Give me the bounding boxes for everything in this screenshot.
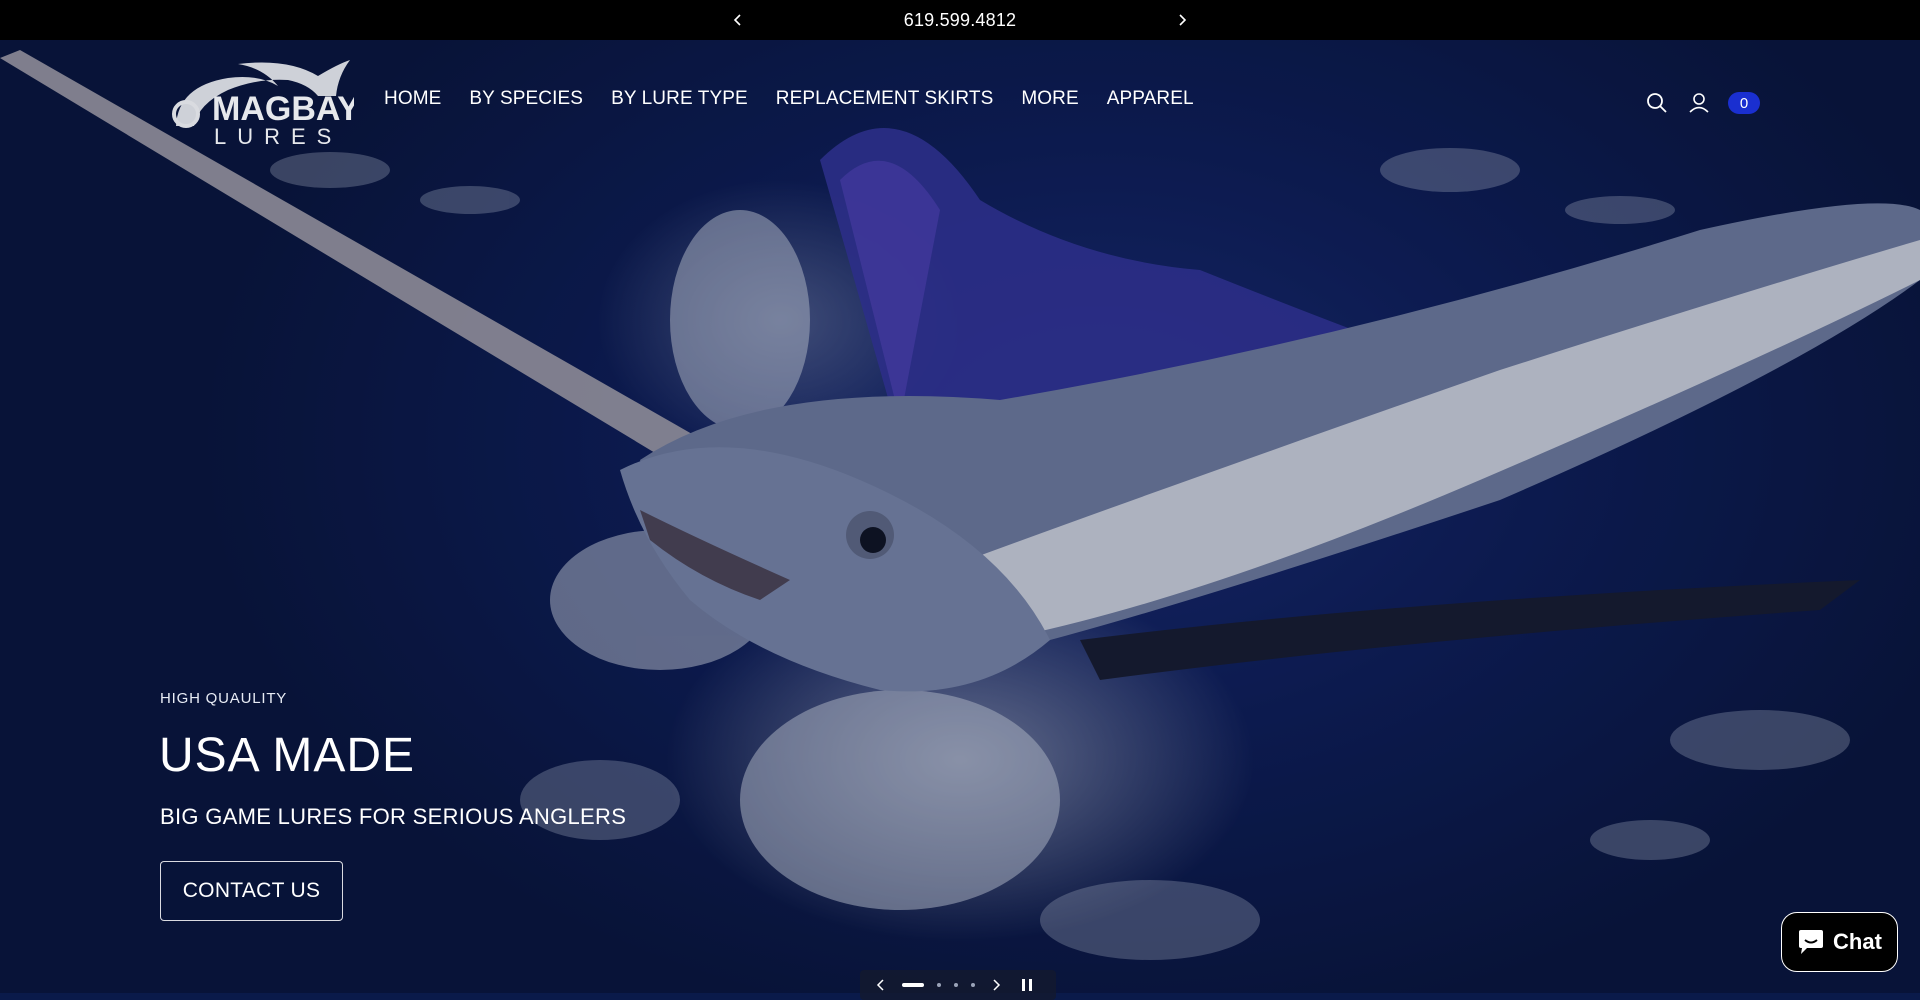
slide-dot-4[interactable] [971, 983, 975, 987]
nav-item-replacement-skirts[interactable]: REPLACEMENT SKIRTS [776, 88, 994, 110]
chevron-right-icon [1179, 14, 1187, 26]
announcement-prev-button[interactable] [726, 8, 750, 32]
chat-bubble-icon [1799, 930, 1824, 954]
slideshow-pause-button[interactable] [1019, 977, 1035, 993]
slide-dots [902, 983, 975, 987]
slideshow-controls [860, 970, 1056, 1000]
slide-dot-1[interactable] [902, 983, 924, 987]
chevron-right-icon [993, 979, 1001, 991]
slide-prev-button[interactable] [874, 978, 888, 992]
slide-next-button[interactable] [989, 978, 1003, 992]
search-icon [1647, 93, 1667, 113]
cart-count-badge[interactable]: 0 [1728, 92, 1760, 114]
slide-dot-2[interactable] [937, 983, 941, 987]
nav-item-apparel[interactable]: APPAREL [1107, 88, 1194, 110]
pause-icon [1022, 979, 1032, 991]
magbay-logo[interactable]: MAGBAY LURES [168, 56, 360, 149]
account-button[interactable] [1686, 90, 1712, 116]
logo-mark-icon: MAGBAY LURES [172, 60, 360, 149]
main-nav: HOME BY SPECIES BY LURE TYPE REPLACEMENT… [384, 88, 1194, 110]
nav-item-more[interactable]: MORE [1021, 88, 1078, 110]
site-header: MAGBAY LURES HOME BY SPECIES BY LURE TYP… [0, 40, 1920, 166]
hero-headline: USA MADE [159, 729, 416, 782]
nav-item-home[interactable]: HOME [384, 88, 441, 110]
chevron-left-icon [876, 979, 884, 991]
chevron-left-icon [733, 14, 741, 26]
contact-us-button[interactable]: CONTACT US [160, 861, 343, 921]
nav-item-by-species[interactable]: BY SPECIES [469, 88, 583, 110]
chat-label: Chat [1833, 929, 1882, 954]
header-icons: 0 [1644, 90, 1760, 116]
hero-banner [0, 40, 1920, 993]
slide-dot-3[interactable] [954, 983, 958, 987]
chat-button[interactable]: Chat [1781, 912, 1898, 972]
announcement-text: 619.599.4812 [903, 9, 1017, 30]
announcement-bar: 619.599.4812 [0, 0, 1920, 40]
account-icon [1689, 93, 1709, 113]
hero-subheading: BIG GAME LURES FOR SERIOUS ANGLERS [160, 804, 627, 829]
hero-eyebrow: HIGH QUAULITY [160, 690, 288, 707]
nav-item-by-lure-type[interactable]: BY LURE TYPE [611, 88, 748, 110]
logo-subtext: LURES [214, 124, 342, 148]
search-button[interactable] [1644, 90, 1670, 116]
logo-text: MAGBAY [212, 90, 354, 128]
announcement-next-button[interactable] [1170, 8, 1194, 32]
marlin-image [0, 40, 1920, 993]
